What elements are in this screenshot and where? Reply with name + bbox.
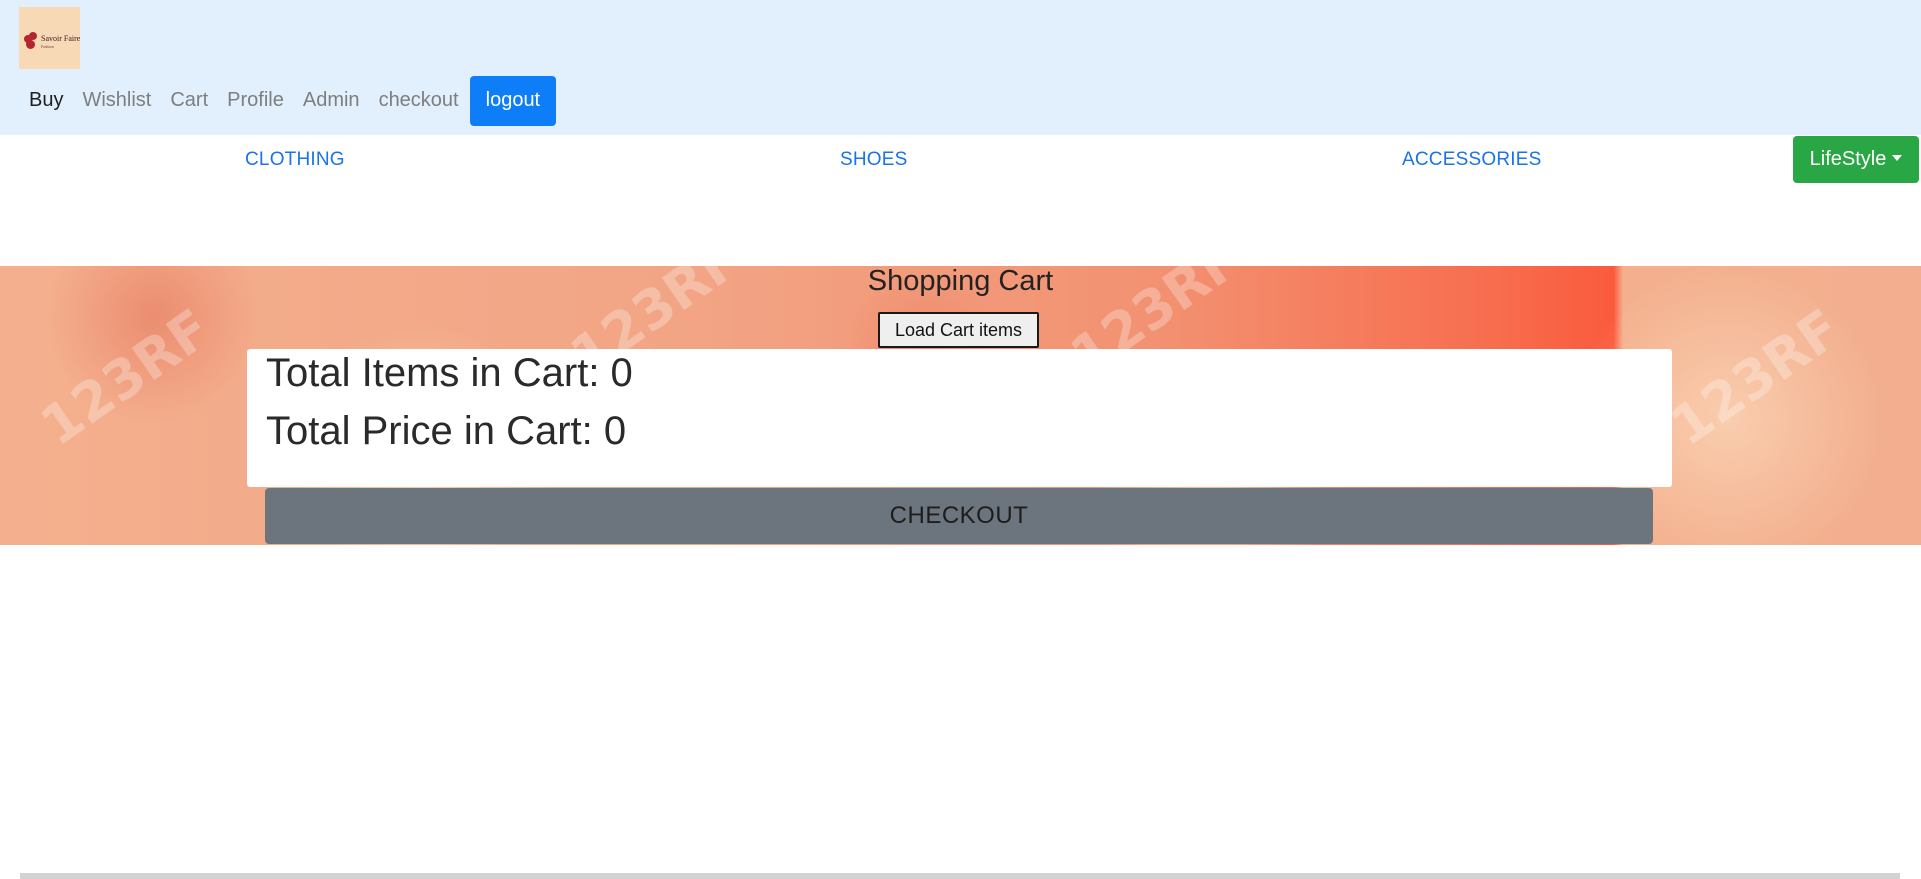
nav-admin[interactable]: Admin	[303, 89, 360, 112]
lifestyle-dropdown-label: LifeStyle	[1809, 148, 1887, 170]
cart-summary-card: Total Items in Cart: 0 Total Price in Ca…	[247, 349, 1672, 487]
horizontal-scrollbar[interactable]	[20, 873, 1900, 879]
nav-wishlist[interactable]: Wishlist	[82, 89, 151, 112]
banner-watermark: 123RF	[1659, 296, 1852, 459]
main-nav: Buy Wishlist Cart Profile Admin checkout…	[29, 75, 557, 126]
banner-watermark: 123RF	[29, 296, 222, 459]
load-cart-items-button[interactable]: Load Cart items	[878, 312, 1039, 348]
nav-profile[interactable]: Profile	[227, 89, 284, 112]
category-shoes[interactable]: SHOES	[840, 149, 908, 171]
category-accessories[interactable]: ACCESSORIES	[1402, 149, 1541, 171]
brand-logo[interactable]: Savoir Faire Fashion	[19, 7, 80, 69]
checkout-button[interactable]: CHECKOUT	[265, 488, 1653, 544]
lifestyle-dropdown-button[interactable]: LifeStyle	[1793, 136, 1919, 183]
logo-emblem	[22, 32, 40, 50]
category-clothing[interactable]: CLOTHING	[245, 149, 345, 171]
nav-buy[interactable]: Buy	[29, 89, 63, 112]
page-title: Shopping Cart	[867, 265, 1054, 297]
total-items-text: Total Items in Cart: 0	[266, 351, 633, 395]
logo-brand-text: Savoir Faire	[41, 34, 80, 43]
caret-down-icon	[1892, 154, 1903, 161]
logo-tagline: Fashion	[41, 44, 54, 49]
top-navbar: Savoir Faire Fashion Buy Wishlist Cart P…	[0, 0, 1921, 135]
nav-cart[interactable]: Cart	[170, 89, 208, 112]
logout-button[interactable]: logout	[469, 75, 557, 126]
total-price-text: Total Price in Cart: 0	[266, 409, 627, 453]
nav-checkout[interactable]: checkout	[379, 89, 459, 112]
